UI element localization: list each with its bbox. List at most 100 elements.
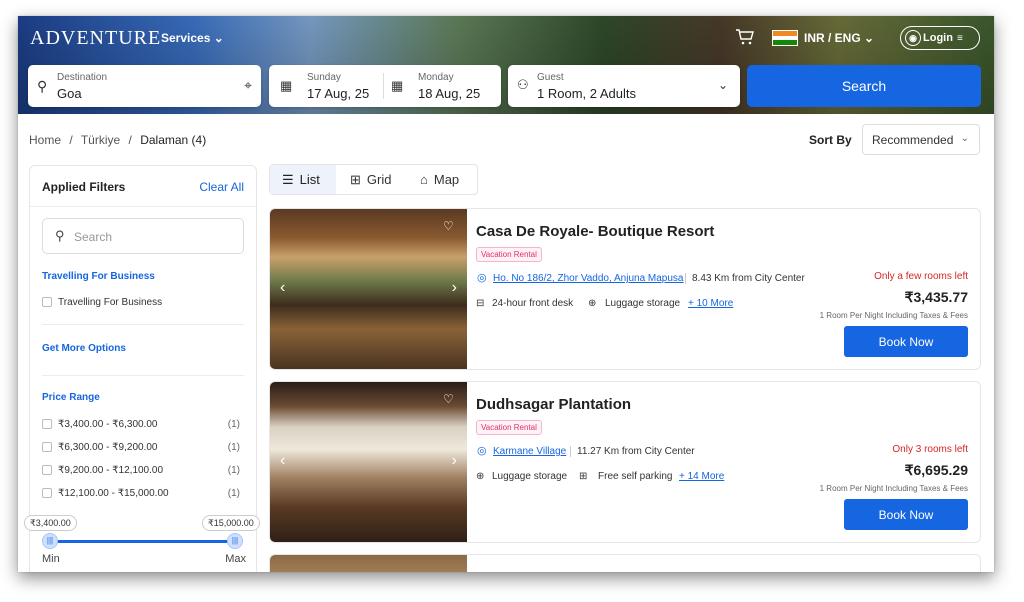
tab-map[interactable]: ⌂ Map	[408, 165, 476, 194]
login-label: Login	[923, 32, 953, 44]
hotel-card[interactable]: ♡ ‹ › Casa De Royale- Boutique Resort Va…	[269, 208, 981, 370]
tab-grid-label: Grid	[366, 172, 392, 187]
front-desk-icon: ⊟	[476, 298, 485, 309]
currency-label: INR / ENG	[804, 31, 861, 45]
parking-icon: ⊞	[579, 471, 588, 482]
price-note: 1 Room Per Night Including Taxes & Fees	[819, 484, 968, 493]
hotel-card-partial[interactable]	[269, 554, 981, 572]
brand-logo[interactable]: ADVENTURE	[30, 27, 161, 50]
slider-max-label: Max	[225, 553, 246, 565]
amenity-label: Luggage storage	[492, 471, 568, 482]
date-range-field[interactable]: ▦ Sunday 17 Aug, 25 ▦ Monday 18 Aug, 25	[269, 65, 501, 107]
breadcrumb-separator: /	[128, 133, 132, 147]
hotel-address-link[interactable]: Ho. No 186/2, Zhor Vaddo, Anjuna Mapusa	[493, 273, 684, 284]
price-checkbox[interactable]	[42, 442, 52, 452]
list-icon: ☰	[282, 171, 294, 187]
india-flag-icon[interactable]	[772, 30, 798, 46]
vacation-rental-badge: Vacation Rental	[476, 420, 542, 435]
chevron-down-icon: ⌄	[960, 133, 969, 144]
sort-select[interactable]: Recommended ⌄	[862, 124, 980, 155]
price-slider-max-handle[interactable]: |||	[227, 533, 243, 549]
location-pin-icon: ◎	[477, 272, 487, 284]
price-option-count: (1)	[227, 419, 240, 430]
more-amenities-link[interactable]: + 10 More	[688, 298, 733, 309]
destination-field[interactable]: ⚲ Destination Goa ⌖	[28, 65, 261, 107]
business-section-title: Travelling For Business	[42, 271, 155, 282]
breadcrumb: Home / Türkiye / Dalaman (4)	[29, 133, 206, 147]
divider	[42, 375, 244, 376]
divider	[383, 73, 384, 99]
chevron-left-icon[interactable]: ‹	[280, 279, 285, 297]
book-now-button[interactable]: Book Now	[844, 326, 968, 357]
app-frame: ADVENTURE Services ⌄ INR / ENG ⌄ ◉ Login…	[18, 16, 994, 572]
destination-label: Destination	[57, 72, 108, 83]
price-slider-min-handle[interactable]: |||	[42, 533, 58, 549]
location-target-icon[interactable]: ⌖	[244, 77, 252, 94]
price-checkbox[interactable]	[42, 419, 52, 429]
hotel-name[interactable]: Dudhsagar Plantation	[476, 396, 631, 413]
hotel-card[interactable]: ♡ ‹ › Dudhsagar Plantation Vacation Rent…	[269, 381, 981, 543]
luggage-icon: ⊕	[588, 298, 597, 309]
applied-filters-title: Applied Filters	[42, 180, 126, 194]
hotel-price: ₹6,695.29	[904, 462, 968, 478]
price-option-label: ₹9,200.00 - ₹12,100.00	[58, 465, 164, 476]
login-button[interactable]: ◉ Login ≡	[900, 26, 980, 50]
more-amenities-link[interactable]: + 14 More	[679, 471, 724, 482]
grid-icon: ⊞	[350, 171, 361, 187]
guest-field[interactable]: ⚇ Guest 1 Room, 2 Adults ⌄	[508, 65, 740, 107]
hero-banner: ADVENTURE Services ⌄ INR / ENG ⌄ ◉ Login…	[18, 16, 994, 114]
price-option-count: (1)	[227, 442, 240, 453]
checkin-date: 17 Aug, 25	[307, 86, 370, 101]
business-option-label: Travelling For Business	[58, 297, 163, 308]
search-button[interactable]: Search	[747, 65, 981, 107]
price-note: 1 Room Per Night Including Taxes & Fees	[819, 311, 968, 320]
tab-list[interactable]: ☰ List	[270, 165, 336, 194]
view-tabs: ☰ List ⊞ Grid ⌂ Map	[269, 164, 478, 195]
cart-icon[interactable]	[735, 28, 755, 46]
guest-value: 1 Room, 2 Adults	[537, 86, 636, 101]
user-icon: ◉	[905, 30, 921, 46]
availability-text: Only 3 rooms left	[892, 444, 968, 455]
price-option-label: ₹3,400.00 - ₹6,300.00	[58, 419, 158, 430]
hotel-name[interactable]: Casa De Royale- Boutique Resort	[476, 223, 714, 240]
business-checkbox[interactable]	[42, 297, 52, 307]
tab-map-label: Map	[433, 172, 460, 187]
checkin-day-label: Sunday	[307, 72, 341, 83]
hotel-image[interactable]	[270, 555, 467, 572]
hotel-distance: 8.43 Km from City Center	[685, 273, 805, 284]
hotel-address-link[interactable]: Karmane Village	[493, 446, 566, 457]
chevron-left-icon[interactable]: ‹	[280, 452, 285, 470]
chevron-right-icon[interactable]: ›	[452, 452, 457, 470]
hotel-image[interactable]: ♡ ‹ ›	[270, 382, 467, 542]
filter-search-input[interactable]: ⚲ Search	[42, 218, 244, 254]
book-now-button[interactable]: Book Now	[844, 499, 968, 530]
calendar-icon: ▦	[280, 78, 293, 93]
price-option-count: (1)	[227, 488, 240, 499]
hotel-distance: 11.27 Km from City Center	[570, 446, 695, 457]
heart-icon[interactable]: ♡	[443, 392, 457, 406]
chevron-right-icon[interactable]: ›	[452, 279, 457, 297]
breadcrumb-country[interactable]: Türkiye	[81, 133, 120, 147]
chevron-down-icon: ⌄	[213, 31, 224, 45]
price-checkbox[interactable]	[42, 465, 52, 475]
clear-all-link[interactable]: Clear All	[199, 180, 244, 194]
price-checkbox[interactable]	[42, 488, 52, 498]
calendar-icon: ▦	[391, 78, 404, 93]
breadcrumb-home[interactable]: Home	[29, 133, 61, 147]
price-range-title: Price Range	[42, 392, 100, 403]
checkout-day-label: Monday	[418, 72, 454, 83]
destination-value: Goa	[57, 86, 82, 101]
get-more-options-link[interactable]: Get More Options	[42, 343, 126, 354]
breadcrumb-current: Dalaman (4)	[140, 133, 207, 147]
price-min-value: ₹3,400.00	[24, 515, 77, 531]
guest-label: Guest	[537, 72, 564, 83]
services-menu[interactable]: Services ⌄	[161, 31, 224, 45]
currency-language-selector[interactable]: INR / ENG ⌄	[804, 31, 874, 45]
chevron-down-icon: ⌄	[717, 78, 728, 92]
chevron-down-icon: ⌄	[864, 31, 875, 45]
price-slider-track[interactable]	[50, 540, 236, 543]
heart-icon[interactable]: ♡	[443, 219, 457, 233]
hotel-image[interactable]: ♡ ‹ ›	[270, 209, 467, 369]
price-max-value: ₹15,000.00	[202, 515, 260, 531]
tab-grid[interactable]: ⊞ Grid	[338, 165, 404, 194]
